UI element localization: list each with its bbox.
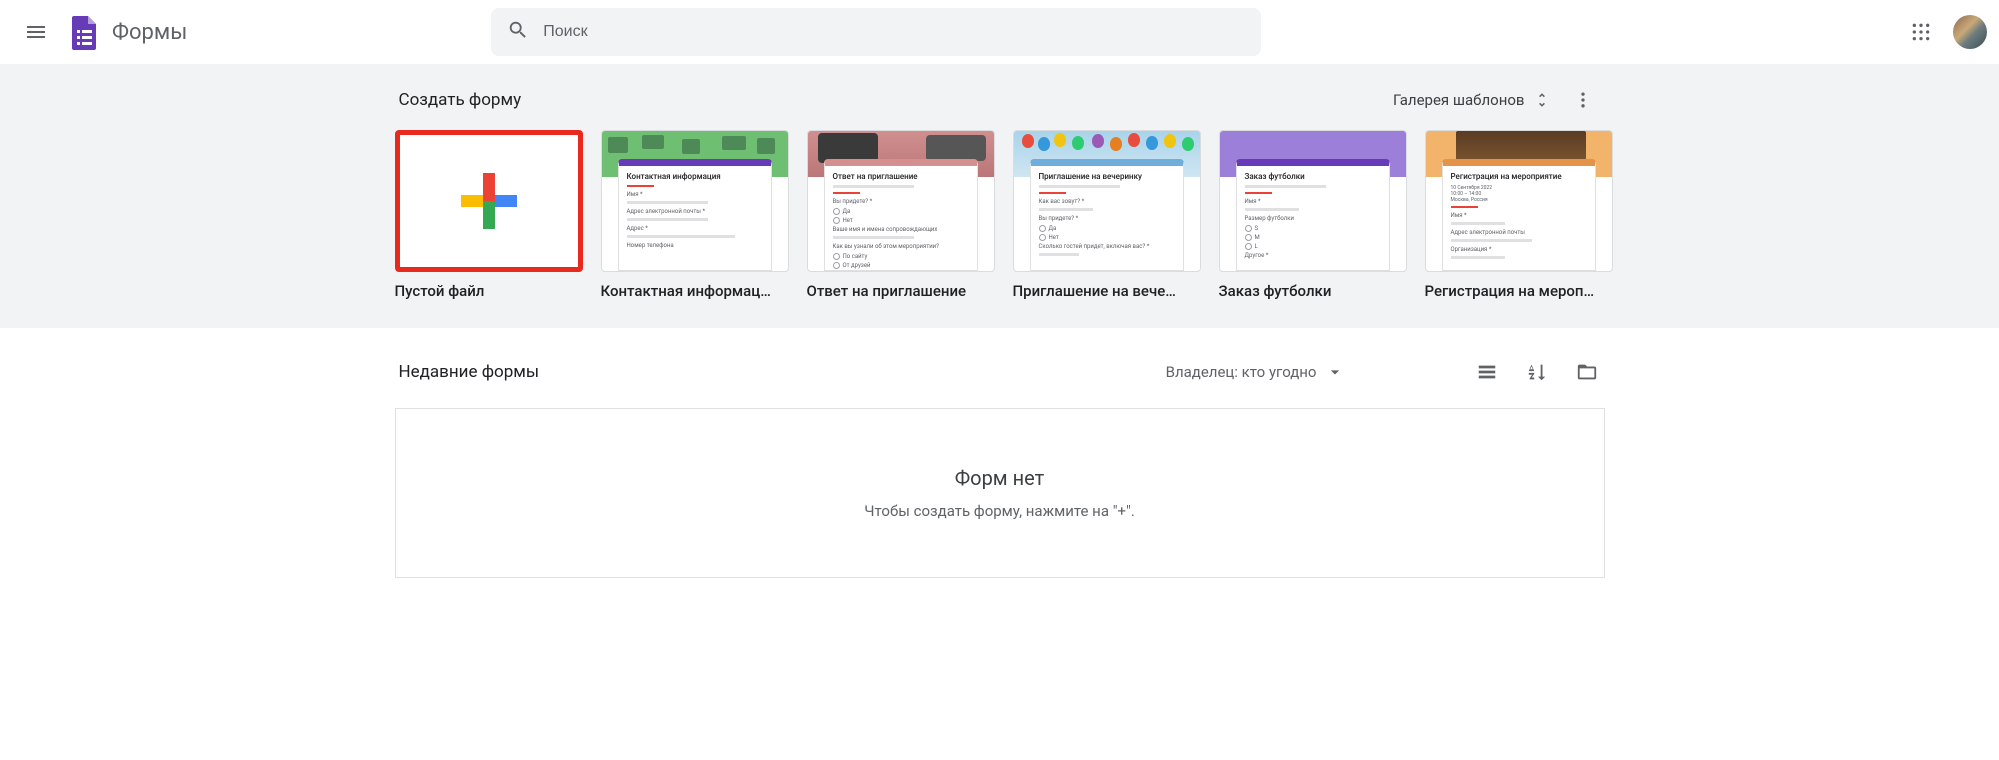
template-gallery-label: Галерея шаблонов (1393, 91, 1525, 109)
sort-button[interactable] (1523, 358, 1551, 386)
template-label: Контактная информац… (601, 282, 789, 300)
template-gallery-button[interactable]: Галерея шаблонов (1385, 85, 1559, 115)
sort-az-icon (1526, 361, 1548, 383)
app-logo[interactable]: Формы (64, 12, 187, 52)
app-name: Формы (112, 20, 187, 45)
form-preview: Приглашение на вечеринку Как вас зовут? … (1030, 159, 1184, 271)
template-thumb (395, 130, 583, 272)
templates-section-title: Создать форму (399, 90, 522, 110)
template-label: Регистрация на мероп… (1425, 282, 1613, 300)
empty-state-title: Форм нет (955, 466, 1045, 490)
template-thumb: Заказ футболки Имя * Размер футболки S M… (1219, 130, 1407, 272)
template-card-tshirt[interactable]: Заказ футболки Имя * Размер футболки S M… (1219, 130, 1407, 300)
template-card-event-reg[interactable]: Регистрация на мероприятие 10 Сентября 2… (1425, 130, 1613, 300)
form-preview: Контактная информация Имя * Адрес электр… (618, 159, 772, 271)
template-card-contact[interactable]: Контактная информация Имя * Адрес электр… (601, 130, 789, 300)
recent-empty-state: Форм нет Чтобы создать форму, нажмите на… (395, 408, 1605, 578)
templates-section: Создать форму Галерея шаблонов (0, 64, 1999, 328)
search-bar[interactable] (491, 8, 1261, 56)
folder-icon (1576, 361, 1598, 383)
template-card-party[interactable]: Приглашение на вечеринку Как вас зовут? … (1013, 130, 1201, 300)
templates-header: Создать форму Галерея шаблонов (395, 82, 1605, 118)
templates-row: Пустой файл Контактная информация (395, 130, 1605, 300)
recent-header: Недавние формы Владелец: кто угодно (395, 358, 1605, 386)
list-view-icon (1476, 361, 1498, 383)
apps-grid-icon (1911, 22, 1931, 42)
form-preview: Ответ на приглашение Вы придете? * Да Не… (824, 159, 978, 271)
owner-filter-dropdown[interactable]: Владелец: кто угодно (1166, 362, 1345, 382)
form-preview: Регистрация на мероприятие 10 Сентября 2… (1442, 159, 1596, 271)
unfold-more-icon (1533, 91, 1551, 109)
templates-more-button[interactable] (1565, 82, 1601, 118)
owner-filter-label: Владелец: кто угодно (1166, 363, 1317, 381)
recent-view-controls (1473, 358, 1601, 386)
template-thumb: Ответ на приглашение Вы придете? * Да Не… (807, 130, 995, 272)
open-file-picker-button[interactable] (1573, 358, 1601, 386)
template-thumb: Приглашение на вечеринку Как вас зовут? … (1013, 130, 1201, 272)
template-thumb: Контактная информация Имя * Адрес электр… (601, 130, 789, 272)
account-avatar[interactable] (1953, 15, 1987, 49)
template-thumb: Регистрация на мероприятие 10 Сентября 2… (1425, 130, 1613, 272)
list-view-button[interactable] (1473, 358, 1501, 386)
header: Формы (0, 0, 1999, 64)
recent-section: Недавние формы Владелец: кто угодно Форм… (395, 358, 1605, 578)
google-apps-button[interactable] (1897, 8, 1945, 56)
header-actions (1897, 8, 1987, 56)
empty-state-subtitle: Чтобы создать форму, нажмите на "+". (864, 502, 1135, 520)
search-input[interactable] (543, 23, 1245, 41)
template-card-rsvp[interactable]: Ответ на приглашение Вы придете? * Да Не… (807, 130, 995, 300)
template-card-blank[interactable]: Пустой файл (395, 130, 583, 300)
main-menu-button[interactable] (12, 8, 60, 56)
template-label: Пустой файл (395, 282, 583, 300)
template-label: Приглашение на вече… (1013, 282, 1201, 300)
form-preview: Заказ футболки Имя * Размер футболки S M… (1236, 159, 1390, 271)
search-icon (507, 19, 529, 45)
template-label: Ответ на приглашение (807, 282, 995, 300)
more-vert-icon (1573, 90, 1593, 110)
recent-section-title: Недавние формы (399, 362, 540, 382)
plus-icon (461, 173, 517, 229)
menu-icon (24, 20, 48, 44)
forms-icon (64, 12, 104, 52)
arrow-drop-down-icon (1325, 362, 1345, 382)
template-label: Заказ футболки (1219, 282, 1407, 300)
